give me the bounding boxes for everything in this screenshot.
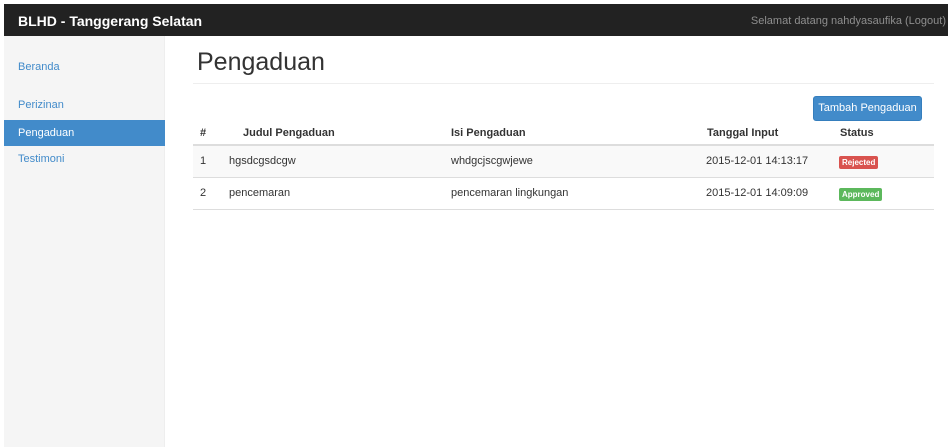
cell-number: 2	[200, 187, 207, 199]
cell-number: 1	[200, 155, 207, 167]
table-row: 1 hgsdcgsdcgw whdgcjscgwjewe 2015-12-01 …	[193, 146, 934, 178]
cell-isi: whdgcjscgwjewe	[451, 155, 533, 167]
add-pengaduan-button[interactable]: Tambah Pengaduan	[813, 96, 922, 121]
welcome-text: Selamat datang nahdyasaufika (Logout)	[751, 15, 946, 27]
status-badge: Rejected	[839, 156, 879, 169]
column-header-tanggal: Tanggal Input	[707, 127, 779, 139]
title-divider	[193, 83, 934, 84]
cell-judul: pencemaran	[229, 187, 291, 199]
column-header-status: Status	[840, 127, 874, 139]
sidebar-item-beranda[interactable]: Beranda	[4, 54, 165, 80]
row-divider	[193, 209, 934, 210]
status-badge: Approved	[839, 188, 883, 201]
sidebar: Beranda Perizinan Pengaduan Testimoni	[4, 36, 165, 447]
top-navbar: BLHD - Tanggerang Selatan Selamat datang…	[4, 4, 948, 36]
cell-tanggal: 2015-12-01 14:13:17	[706, 155, 809, 167]
sidebar-item-pengaduan[interactable]: Pengaduan	[4, 120, 165, 146]
logout-link[interactable]: (Logout)	[905, 15, 946, 27]
welcome-prefix: Selamat datang nahdyasaufika	[750, 15, 906, 27]
page-title: Pengaduan	[197, 48, 325, 76]
sidebar-item-perizinan[interactable]: Perizinan	[4, 92, 165, 118]
cell-isi: pencemaran lingkungan	[451, 187, 569, 199]
sidebar-item-testimoni[interactable]: Testimoni	[4, 146, 165, 172]
column-header-judul: Judul Pengaduan	[243, 127, 335, 139]
table-row: 2 pencemaran pencemaran lingkungan 2015-…	[193, 178, 934, 210]
column-header-isi: Isi Pengaduan	[451, 127, 526, 139]
cell-tanggal: 2015-12-01 14:09:09	[706, 187, 809, 199]
column-header-number: #	[200, 127, 207, 139]
cell-judul: hgsdcgsdcgw	[229, 155, 296, 167]
brand-title[interactable]: BLHD - Tanggerang Selatan	[18, 13, 202, 29]
